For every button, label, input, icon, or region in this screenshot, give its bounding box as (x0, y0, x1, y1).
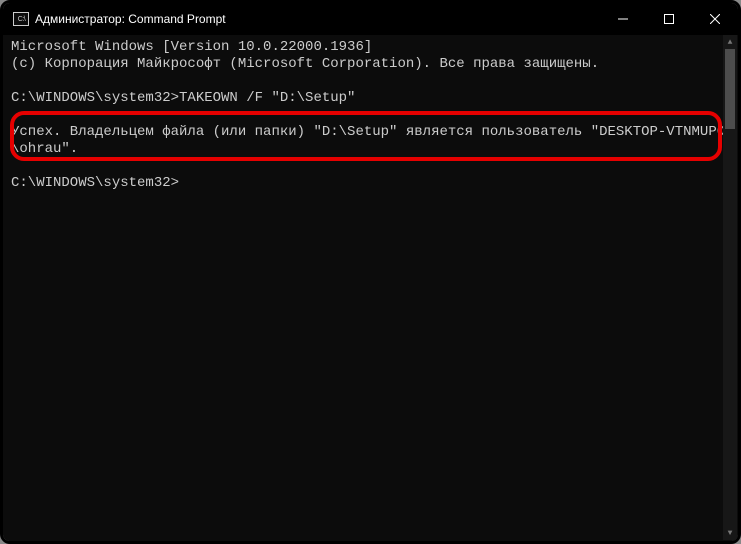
command-prompt-window: C:\ Администратор: Command Prompt Micros… (3, 3, 738, 541)
minimize-button[interactable] (600, 3, 646, 35)
window-controls (600, 3, 738, 35)
terminal-body[interactable]: Microsoft Windows [Version 10.0.22000.19… (3, 35, 738, 541)
terminal-output-line: (c) Корпорация Майкрософт (Microsoft Cor… (11, 56, 730, 73)
scrollbar-up-arrow-icon[interactable]: ▲ (723, 35, 737, 49)
scrollbar-down-arrow-icon[interactable]: ▼ (723, 526, 737, 540)
minimize-icon (618, 14, 628, 24)
close-icon (710, 14, 720, 24)
scrollbar-thumb[interactable] (725, 49, 735, 129)
terminal-output-line: Успех. Владельцем файла (или папки) "D:\… (11, 124, 730, 158)
terminal-command-line: C:\WINDOWS\system32>TAKEOWN /F "D:\Setup… (11, 90, 730, 107)
terminal-blank-line (11, 107, 730, 124)
titlebar[interactable]: C:\ Администратор: Command Prompt (3, 3, 738, 35)
terminal-prompt-line: C:\WINDOWS\system32> (11, 175, 730, 192)
close-button[interactable] (692, 3, 738, 35)
terminal-blank-line (11, 158, 730, 175)
maximize-button[interactable] (646, 3, 692, 35)
terminal-blank-line (11, 73, 730, 90)
maximize-icon (664, 14, 674, 24)
cmd-icon: C:\ (13, 12, 29, 26)
vertical-scrollbar[interactable]: ▲ ▼ (723, 35, 737, 540)
terminal-output-line: Microsoft Windows [Version 10.0.22000.19… (11, 39, 730, 56)
window-title: Администратор: Command Prompt (35, 12, 600, 26)
